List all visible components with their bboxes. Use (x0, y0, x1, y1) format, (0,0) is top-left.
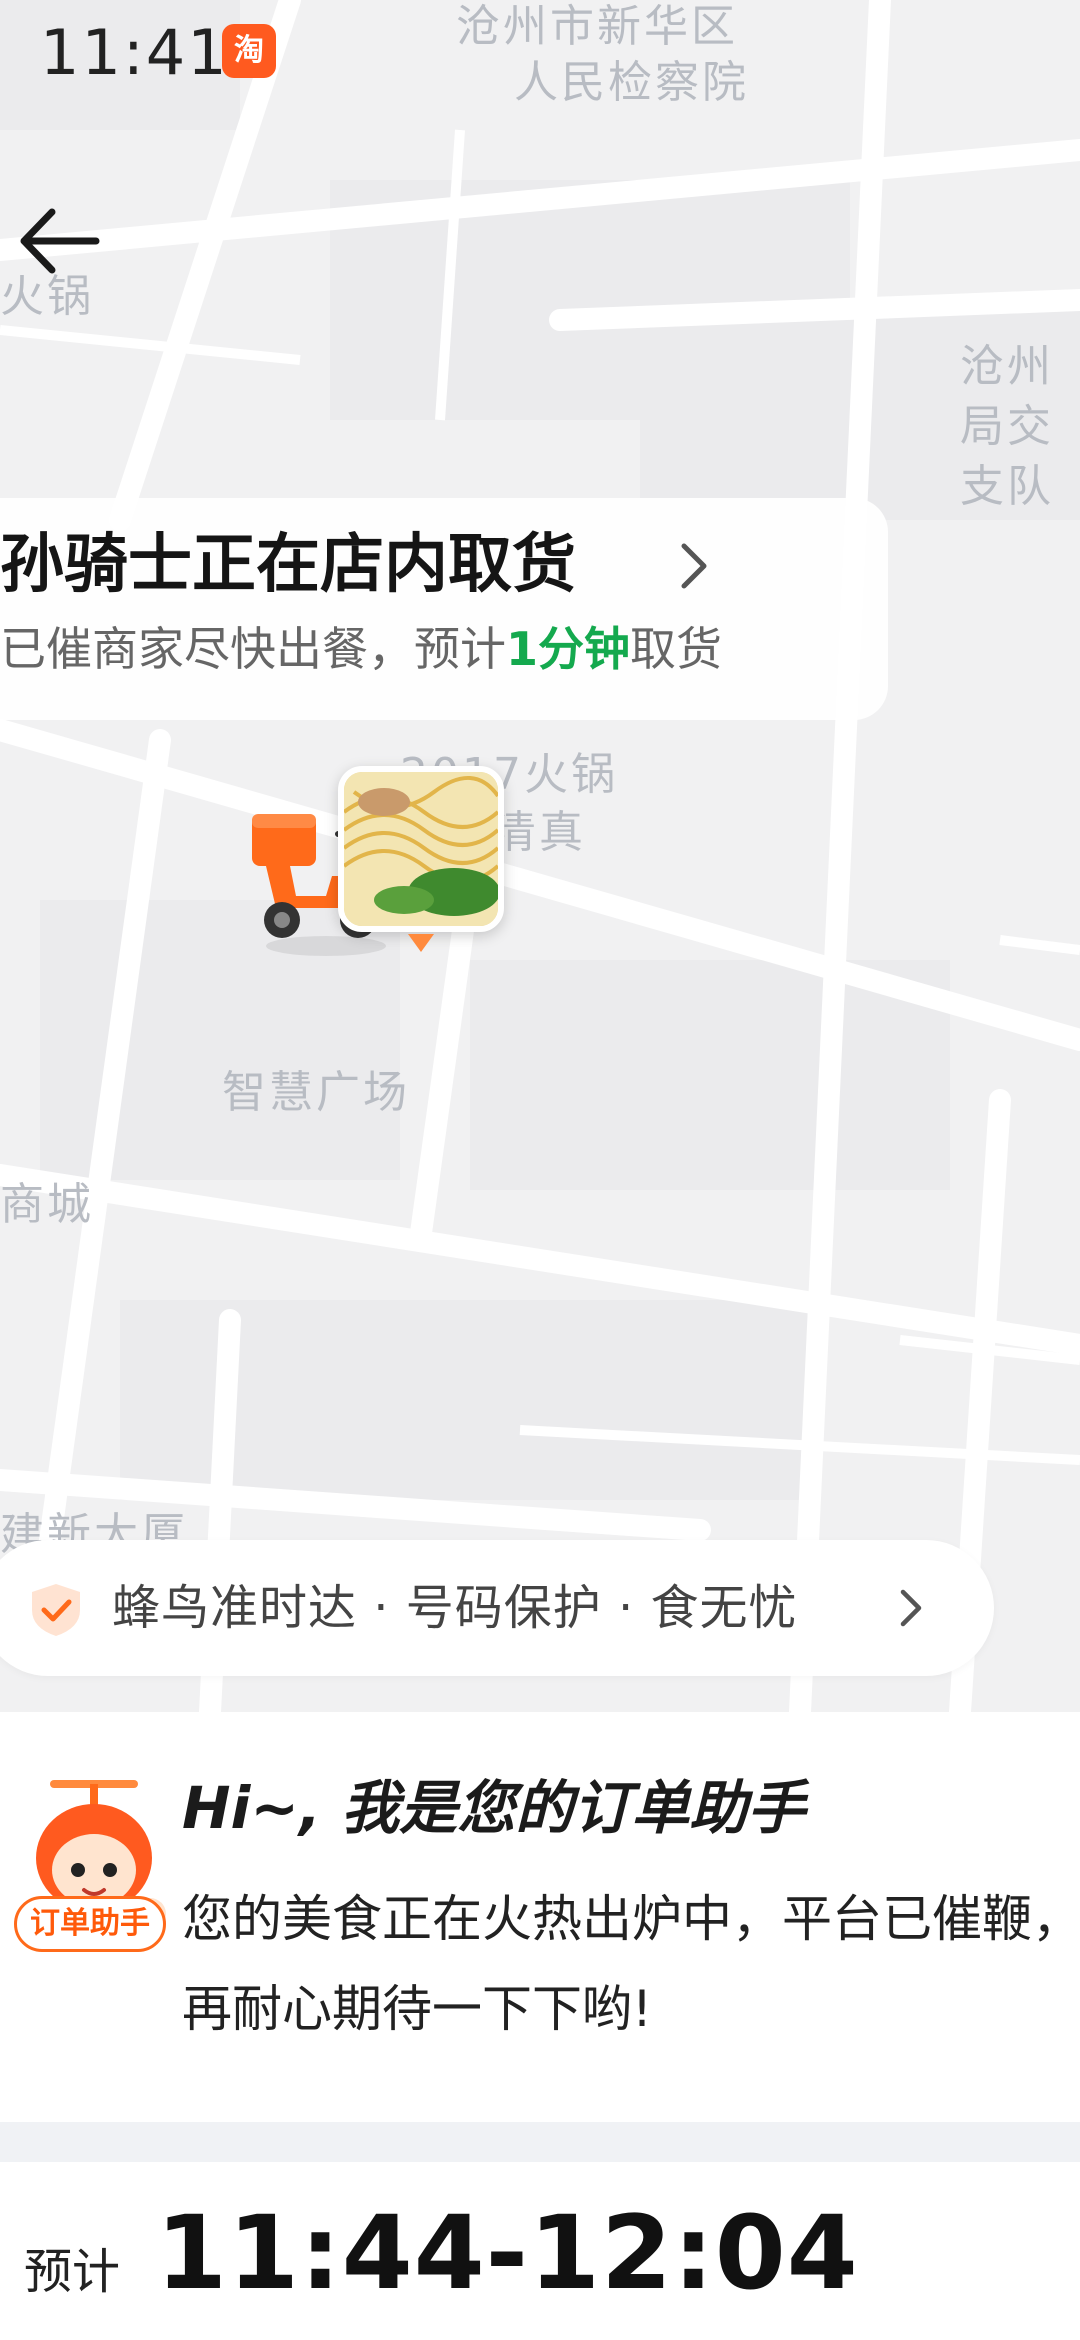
arrow-left-icon (20, 208, 100, 274)
map-poi-label: 沧州 (960, 341, 1054, 392)
noodles-image (344, 772, 498, 926)
chevron-right-icon (900, 1589, 922, 1627)
eta-time-range: 11:44-12:04 (156, 2194, 859, 2313)
map-poi-label: 局交 (960, 401, 1054, 452)
pickup-estimate-text: 已催商家尽快出餐，预计1分钟取货 (0, 616, 722, 682)
order-tracking-screen: 沧州市新华区 人民检察院 火锅 沧州 局交 支队 2017火锅 清真 智慧广场 … (0, 0, 1080, 2340)
back-button[interactable] (14, 196, 104, 286)
order-assistant-panel: 订单助手 Hi~, 我是您的订单助手 您的美食正在火热出炉中，平台已催鞭，请您再… (0, 1712, 1080, 2122)
map-poi-label: 沧州市新华区 (456, 1, 738, 52)
rider-status-title: 孙骑士正在店内取货 (0, 528, 576, 602)
map-poi-label: 支队 (960, 461, 1054, 512)
eta-section: 预计 11:44-12:04 (0, 2162, 1080, 2340)
order-assistant-badge: 订单助手 (14, 1896, 166, 1952)
location-pin-icon (408, 934, 434, 952)
map-poi-label: 商城 (0, 1179, 94, 1230)
pickup-estimate-minutes: 1分钟 (506, 622, 631, 676)
pickup-estimate-suffix: 取货 (630, 622, 723, 676)
delivery-map[interactable]: 沧州市新华区 人民检察院 火锅 沧州 局交 支队 2017火锅 清真 智慧广场 … (0, 0, 1080, 1712)
food-thumbnail (338, 766, 504, 932)
rider-marker[interactable] (236, 766, 516, 1006)
map-poi-label: 智慧广场 (222, 1067, 410, 1118)
chevron-right-icon (681, 543, 707, 589)
service-guarantee-pill[interactable]: 蜂鸟准时达 · 号码保护 · 食无忧 (0, 1540, 994, 1676)
guarantee-text: 蜂鸟准时达 · 号码保护 · 食无忧 (112, 1580, 798, 1636)
eta-label: 预计 (24, 2244, 121, 2300)
assistant-greeting-title: Hi~, 我是您的订单助手 (182, 1774, 806, 1842)
shield-check-icon (32, 1584, 80, 1636)
assistant-message: 您的美食正在火热出炉中，平台已催鞭，请您再耐心期待一下下哟! (182, 1890, 1080, 2038)
status-bar-time: 11:41 (40, 16, 229, 89)
section-divider (0, 2122, 1080, 2162)
taobao-app-icon: 淘 (222, 24, 276, 78)
pickup-estimate-prefix: 已催商家尽快出餐，预计 (0, 622, 506, 676)
map-poi-label: 人民检察院 (514, 57, 749, 108)
rider-status-card[interactable]: 孙骑士正在店内取货 已催商家尽快出餐，预计1分钟取货 (0, 498, 888, 720)
